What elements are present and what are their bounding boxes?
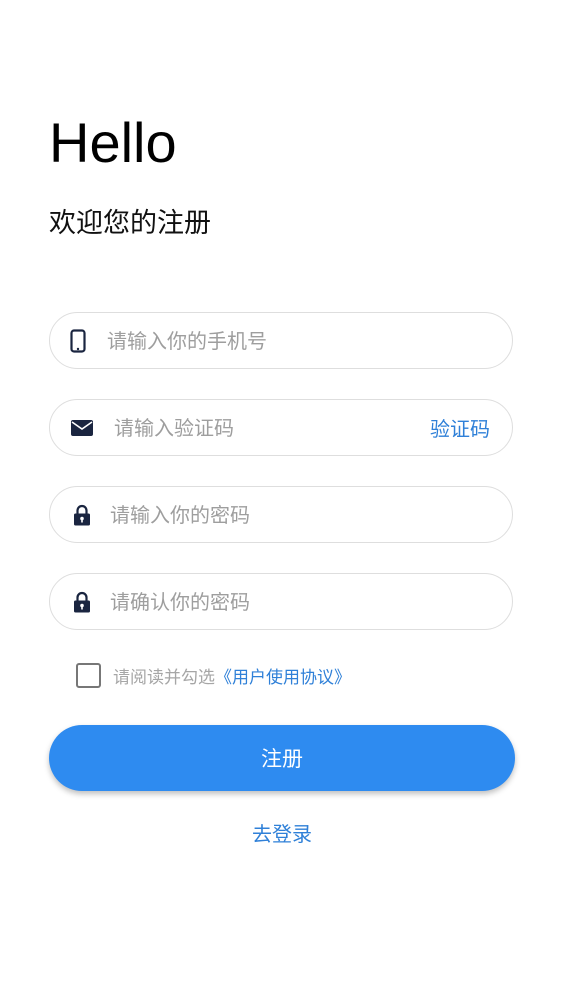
phone-field	[49, 312, 513, 369]
agreement-text: 请阅读并勾选	[113, 667, 215, 688]
mobile-phone-icon	[66, 328, 90, 354]
confirm-password-input[interactable]	[110, 589, 512, 614]
register-page: Hello 欢迎您的注册 验证码	[0, 0, 564, 1002]
agreement-row: 请阅读并勾选 《用户使用协议》	[76, 662, 351, 688]
register-button[interactable]: 注册	[49, 725, 515, 791]
confirm-password-field	[49, 573, 513, 630]
agreement-checkbox[interactable]	[76, 662, 101, 688]
go-to-login-link[interactable]: 去登录	[0, 818, 564, 847]
welcome-subtitle: 欢迎您的注册	[49, 208, 211, 239]
lock-icon	[70, 502, 94, 528]
lock-icon	[70, 589, 94, 615]
password-input[interactable]	[110, 502, 512, 527]
phone-input[interactable]	[107, 328, 512, 353]
get-code-button[interactable]: 验证码	[430, 413, 490, 442]
verification-code-input[interactable]	[114, 415, 430, 440]
greeting-title: Hello	[49, 111, 177, 174]
verification-code-field: 验证码	[49, 399, 513, 456]
user-agreement-link[interactable]: 《用户使用协议》	[215, 663, 351, 688]
envelope-icon	[70, 415, 94, 441]
password-field	[49, 486, 513, 543]
